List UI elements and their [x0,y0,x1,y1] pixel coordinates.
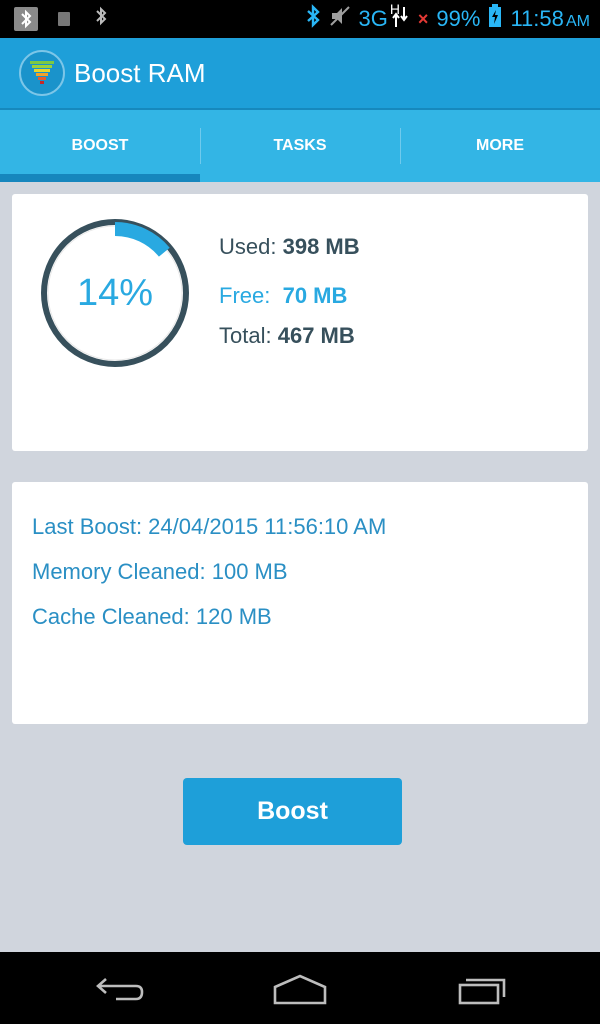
tab-tasks[interactable]: TASKS [200,110,400,182]
memory-percent: 14% [76,271,154,314]
clock-time: 11:58 [510,6,564,31]
bluetooth-icon [305,4,321,34]
boost-history-card: Last Boost: 24/04/2015 11:56:10 AM Memor… [12,482,588,724]
navigation-bar [0,952,600,1024]
battery-level: 99% [436,6,481,31]
memory-free: Free: 70 MB [219,283,347,309]
funnel-logo-icon[interactable] [19,50,65,96]
tab-bar: BOOST TASKS MORE [0,110,600,182]
home-icon[interactable] [268,970,332,1010]
tab-more-label: MORE [476,137,524,154]
screen: 3G H × 99% 11:58 AM Boost RAM BOOST TASK… [0,0,600,1024]
status-left [14,6,108,31]
tab-boost[interactable]: BOOST [0,110,200,182]
memory-total-label: Total: [219,323,272,348]
boost-button[interactable]: Boost [183,778,402,845]
network-type: 3G [358,6,388,31]
network-sub-label: H [389,1,401,17]
mute-icon [329,5,351,33]
memory-free-value: 70 MB [282,283,348,308]
memory-total-value: 467 MB [277,323,355,348]
tab-tasks-label: TASKS [273,137,327,154]
memory-card: 14% Used: 398 MB Free: 70 MB Total: 467 … [12,194,588,451]
signal-icon: H [389,1,410,35]
memory-used-value: 398 MB [282,234,360,259]
app-bar: Boost RAM [0,38,600,110]
cache-cleaned-text: Cache Cleaned: 120 MB [32,604,272,629]
status-bar: 3G H × 99% 11:58 AM [0,0,600,38]
bluetooth-icon [94,6,108,31]
recent-apps-icon[interactable] [450,970,514,1010]
tab-active-indicator [0,174,200,182]
tab-more[interactable]: MORE [400,110,600,182]
last-boost-text: Last Boost: 24/04/2015 11:56:10 AM [32,514,387,539]
back-icon[interactable] [88,970,152,1010]
memory-used-label: Used: [219,234,277,259]
battery-charging-icon [488,4,502,34]
no-signal-icon: × [417,8,429,29]
memory-free-label: Free: [219,283,271,308]
clock-suffix: AM [566,13,590,30]
notification-icon [58,11,70,26]
clock: 11:58 AM [510,6,590,32]
app-title: Boost RAM [74,58,206,88]
tab-boost-label: BOOST [71,137,129,154]
memory-used: Used: 398 MB [219,234,360,260]
memory-cleaned-text: Memory Cleaned: 100 MB [32,559,288,584]
status-right: 3G H × 99% 11:58 AM [305,1,590,35]
memory-total: Total: 467 MB [219,323,355,349]
bluetooth-notification-icon [14,6,38,31]
